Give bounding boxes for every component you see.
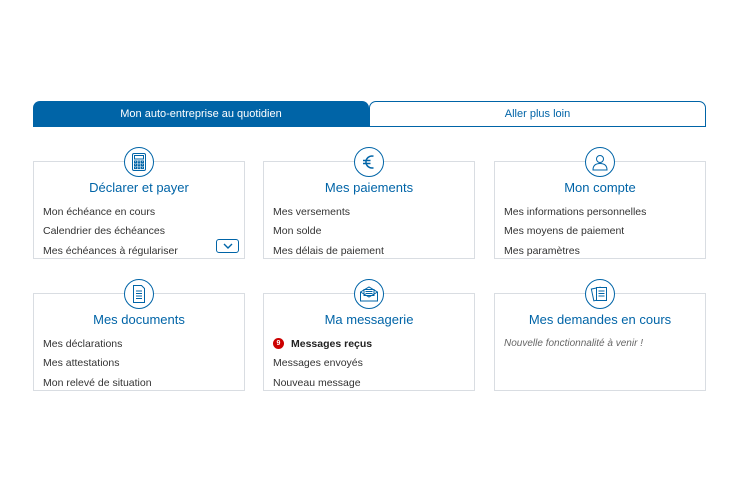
unread-count-badge: 9 [273,338,284,350]
link-delais-paiement[interactable]: Mes délais de paiement [273,241,465,261]
card-title: Mes documents [93,312,185,327]
card-title: Ma messagerie [324,312,414,327]
link-moyens-paiement[interactable]: Mes moyens de paiement [504,222,696,242]
link-solde[interactable]: Mon solde [273,222,465,242]
card-declarer-payer: Déclarer et payer Mon échéance en cours … [33,147,245,261]
link-echeances-regulariser[interactable]: Mes échéances à régulariser [43,241,235,261]
card-link-list: Mes informations personnelles Mes moyens… [504,202,696,261]
card-mes-documents: Mes documents Mes déclarations Mes attes… [33,279,245,393]
user-icon [585,147,615,177]
tab-quotidien[interactable]: Mon auto-entreprise au quotidien [33,101,369,127]
card-mon-compte: Mon compte Mes informations personnelles… [494,147,706,261]
link-releve-situation[interactable]: Mon relevé de situation [43,373,235,393]
document-icon [124,279,154,309]
link-label: Messages reçus [291,337,373,350]
card-title: Mon compte [564,180,636,195]
card-link-list: Mes versements Mon solde Mes délais de p… [273,202,465,261]
link-calendrier-echeances[interactable]: Calendrier des échéances [43,222,235,242]
chevron-down-icon [223,243,232,249]
euro-icon [354,147,384,177]
card-title: Mes demandes en cours [528,312,672,327]
link-attestations[interactable]: Mes attestations [43,354,235,374]
link-nouveau-message[interactable]: Nouveau message [273,373,465,393]
card-title: Déclarer et payer [89,180,189,195]
card-link-list: Mon échéance en cours Calendrier des éch… [43,202,235,261]
link-informations-personnelles[interactable]: Mes informations personnelles [504,202,696,222]
card-mes-paiements: Mes paiements Mes versements Mon solde M… [263,147,475,261]
expand-button[interactable] [216,239,239,253]
link-declarations[interactable]: Mes déclarations [43,334,235,354]
card-title: Mes paiements [324,180,414,195]
link-parametres[interactable]: Mes paramètres [504,241,696,261]
card-mes-demandes: Mes demandes en cours Nouvelle fonctionn… [494,279,706,391]
link-messages-recus[interactable]: 9 Messages reçus [273,334,465,354]
card-ma-messagerie: Ma messagerie 9 Messages reçus Messages … [263,279,475,393]
card-link-list: Mes déclarations Mes attestations Mon re… [43,334,235,393]
link-messages-envoyes[interactable]: Messages envoyés [273,354,465,374]
tab-bar: Mon auto-entreprise au quotidien Aller p… [33,101,706,127]
link-echeance-en-cours[interactable]: Mon échéance en cours [43,202,235,222]
coming-soon-note: Nouvelle fonctionnalité à venir ! [504,338,643,350]
envelope-icon [354,279,384,309]
requests-icon [585,279,615,309]
calculator-icon [124,147,154,177]
tab-aller-plus-loin[interactable]: Aller plus loin [369,101,706,127]
link-versements[interactable]: Mes versements [273,202,465,222]
card-link-list: 9 Messages reçus Messages envoyés Nouvea… [273,334,465,393]
